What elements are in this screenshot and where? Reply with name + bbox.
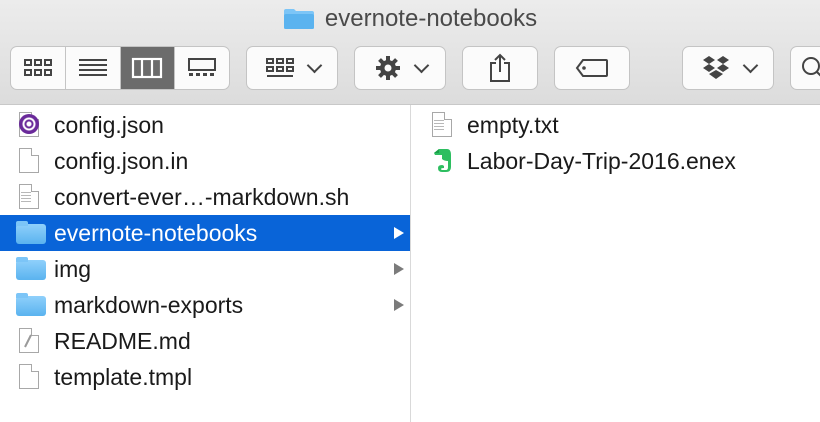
text-file-icon bbox=[429, 111, 455, 139]
file-name: README.md bbox=[54, 327, 191, 354]
folder-icon bbox=[16, 219, 46, 247]
group-by-button[interactable] bbox=[246, 46, 338, 90]
evernote-icon bbox=[429, 147, 455, 175]
file-name: Labor-Day-Trip-2016.enex bbox=[467, 147, 736, 174]
columns-icon bbox=[132, 57, 163, 79]
disclosure-arrow-icon bbox=[394, 263, 404, 275]
folder-icon bbox=[16, 291, 46, 319]
file-name: empty.txt bbox=[467, 111, 559, 138]
window-title: evernote-notebooks bbox=[0, 5, 820, 33]
window-title-text: evernote-notebooks bbox=[324, 5, 538, 32]
group-icon bbox=[265, 58, 294, 77]
chevron-down-icon bbox=[742, 57, 758, 73]
folder-icon bbox=[16, 255, 46, 283]
script-icon bbox=[16, 183, 42, 211]
gear-icon bbox=[375, 56, 400, 80]
column-view-button[interactable] bbox=[120, 47, 176, 89]
disclosure-arrow-icon bbox=[394, 299, 404, 311]
list-item[interactable]: empty.txt bbox=[411, 107, 820, 143]
list-item[interactable]: Labor-Day-Trip-2016.enex bbox=[411, 143, 820, 179]
edit-tags-button[interactable] bbox=[554, 46, 630, 90]
file-name: template.tmpl bbox=[54, 363, 193, 390]
titlebar: evernote-notebooks bbox=[0, 0, 820, 105]
dropbox-icon bbox=[702, 56, 729, 79]
document-icon bbox=[16, 363, 42, 391]
document-icon bbox=[16, 147, 42, 175]
gallery-view-button[interactable] bbox=[175, 47, 229, 89]
chevron-down-icon bbox=[306, 57, 322, 73]
disclosure-arrow-icon bbox=[394, 227, 404, 239]
file-name: config.json.in bbox=[54, 147, 189, 174]
column-1: config.json config.json.in convert-ever…… bbox=[0, 105, 411, 422]
list-item[interactable]: convert-ever…-markdown.sh bbox=[0, 179, 410, 215]
file-name: markdown-exports bbox=[54, 291, 244, 318]
list-item-selected[interactable]: evernote-notebooks bbox=[0, 215, 410, 251]
file-name: convert-ever…-markdown.sh bbox=[54, 183, 350, 210]
search-button[interactable] bbox=[790, 46, 820, 90]
chevron-down-icon bbox=[413, 57, 429, 73]
dropbox-button[interactable] bbox=[682, 46, 774, 90]
icon-view-button[interactable] bbox=[11, 47, 66, 89]
list-item[interactable]: img bbox=[0, 251, 410, 287]
file-name: evernote-notebooks bbox=[54, 219, 258, 246]
folder-icon bbox=[283, 8, 315, 30]
list-item[interactable]: config.json.in bbox=[0, 143, 410, 179]
search-icon bbox=[802, 57, 820, 77]
share-button[interactable] bbox=[462, 46, 538, 90]
list-item[interactable]: README.md bbox=[0, 323, 410, 359]
view-mode-segmented-control[interactable] bbox=[10, 46, 230, 90]
list-item[interactable]: markdown-exports bbox=[0, 287, 410, 323]
json-file-icon bbox=[16, 111, 42, 139]
markdown-file-icon bbox=[16, 327, 42, 355]
gallery-icon bbox=[188, 58, 217, 76]
file-name: img bbox=[54, 255, 92, 282]
list-icon bbox=[78, 59, 107, 76]
list-item[interactable]: config.json bbox=[0, 107, 410, 143]
list-item[interactable]: template.tmpl bbox=[0, 359, 410, 395]
list-view-button[interactable] bbox=[66, 47, 121, 89]
tag-icon bbox=[575, 59, 608, 77]
column-2: empty.txt Labor-Day-Trip-2016.enex bbox=[411, 105, 820, 422]
grid-icon bbox=[23, 59, 52, 76]
action-button[interactable] bbox=[354, 46, 446, 90]
share-icon bbox=[490, 53, 510, 82]
file-name: config.json bbox=[54, 111, 164, 138]
